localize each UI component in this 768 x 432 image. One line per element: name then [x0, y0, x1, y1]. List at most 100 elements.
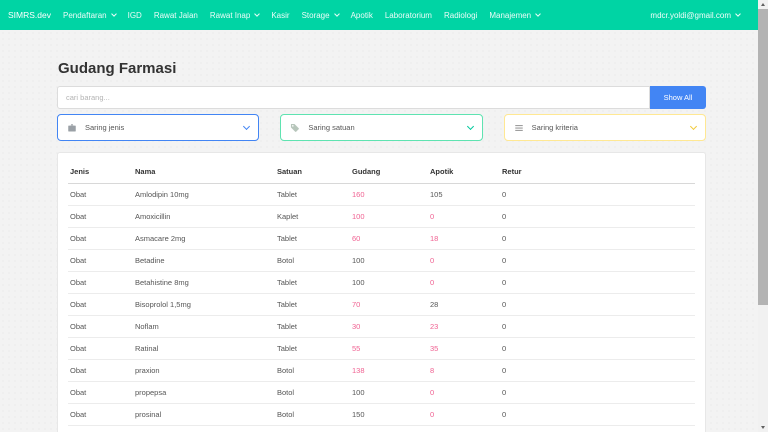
- cell-nama: Betahistine 8mg: [133, 272, 275, 294]
- nav-item-kasir[interactable]: Kasir: [271, 11, 289, 20]
- scroll-up-button[interactable]: [758, 0, 768, 9]
- cell-retur: 0: [500, 360, 695, 382]
- nav-item-label: Kasir: [271, 11, 289, 20]
- search-input[interactable]: [57, 86, 650, 109]
- cell-nama: Ratinal: [133, 338, 275, 360]
- cell-apotik: 0: [428, 426, 500, 432]
- nav-item-manajemen[interactable]: Manajemen: [489, 11, 540, 20]
- page-scrollbar: [758, 0, 768, 432]
- cell-satuan: Tablet: [275, 228, 350, 250]
- table-row: ObatprosinalBotol15000: [68, 404, 695, 426]
- nav-item-label: Storage: [302, 11, 330, 20]
- cell-retur: 0: [500, 294, 695, 316]
- cell-jenis: Obat: [68, 228, 133, 250]
- cell-nama: triamcinolone: [133, 426, 275, 432]
- chevron-down-icon: [535, 11, 541, 17]
- cell-nama: Betadine: [133, 250, 275, 272]
- table-row: ObatAmoxicillinKaplet10000: [68, 206, 695, 228]
- filter-label: Saring jenis: [85, 123, 236, 132]
- inventory-table: JenisNamaSatuanGudangApotikRetur ObatAml…: [68, 161, 695, 432]
- show-all-button[interactable]: Show All: [650, 86, 706, 109]
- cell-retur: 0: [500, 184, 695, 206]
- cell-retur: 0: [500, 250, 695, 272]
- nav-item-pendaftaran[interactable]: Pendaftaran: [63, 11, 116, 20]
- user-menu[interactable]: mdcr.yoldi@gmail.com: [650, 11, 740, 20]
- table-row: ObatBisoprolol 1,5mgTablet70280: [68, 294, 695, 316]
- cell-gudang: 160: [350, 184, 428, 206]
- cell-apotik: 18: [428, 228, 500, 250]
- cell-nama: praxion: [133, 360, 275, 382]
- page-title: Gudang Farmasi: [58, 60, 706, 78]
- nav-item-label: Laboratorium: [385, 11, 432, 20]
- cell-nama: prosinal: [133, 404, 275, 426]
- filter-saring-kriteria[interactable]: Saring kriteria: [504, 114, 706, 141]
- cell-retur: 0: [500, 316, 695, 338]
- cell-gudang: 100: [350, 250, 428, 272]
- cell-gudang: 150: [350, 404, 428, 426]
- nav-item-rawat-jalan[interactable]: Rawat Jalan: [154, 11, 198, 20]
- cell-apotik: 8: [428, 360, 500, 382]
- table-header-row: JenisNamaSatuanGudangApotikRetur: [68, 161, 695, 184]
- nav-item-radiologi[interactable]: Radiologi: [444, 11, 477, 20]
- cell-gudang: 138: [350, 360, 428, 382]
- nav-item-laboratorium[interactable]: Laboratorium: [385, 11, 432, 20]
- cell-jenis: Obat: [68, 360, 133, 382]
- column-header-nama: Nama: [133, 161, 275, 184]
- cell-apotik: 0: [428, 206, 500, 228]
- nav-item-igd[interactable]: IGD: [128, 11, 142, 20]
- cell-retur: 0: [500, 272, 695, 294]
- scrollbar-thumb[interactable]: [758, 9, 768, 305]
- cell-retur: 0: [500, 206, 695, 228]
- briefcase-icon: [67, 123, 77, 133]
- nav-item-label: Radiologi: [444, 11, 477, 20]
- top-navbar: SIMRS.dev Pendaftaran IGD Rawat Jalan Rawat…: [0, 0, 758, 30]
- nav-item-storage[interactable]: Storage: [302, 11, 339, 20]
- cell-apotik: 0: [428, 382, 500, 404]
- cell-gudang: 55: [350, 338, 428, 360]
- table-row: ObattriamcinoloneTablet20000: [68, 426, 695, 432]
- cell-apotik: 105: [428, 184, 500, 206]
- scroll-down-button[interactable]: [758, 423, 768, 432]
- cell-jenis: Obat: [68, 294, 133, 316]
- chevron-down-icon: [111, 11, 117, 17]
- table-row: ObatAmlodipin 10mgTablet1601050: [68, 184, 695, 206]
- cell-gudang: 200: [350, 426, 428, 432]
- cell-apotik: 0: [428, 272, 500, 294]
- table-row: ObatRatinalTablet55350: [68, 338, 695, 360]
- cell-apotik: 0: [428, 404, 500, 426]
- navbar-brand[interactable]: SIMRS.dev: [8, 10, 51, 20]
- cell-jenis: Obat: [68, 206, 133, 228]
- column-header-jenis: Jenis: [68, 161, 133, 184]
- search-bar: Show All: [57, 86, 706, 109]
- cell-retur: 0: [500, 228, 695, 250]
- main-content: Gudang Farmasi Show All Saring jenis Sari…: [0, 30, 758, 432]
- nav-item-apotik[interactable]: Apotik: [351, 11, 373, 20]
- cell-nama: Bisoprolol 1,5mg: [133, 294, 275, 316]
- table-row: ObatAsmacare 2mgTablet60180: [68, 228, 695, 250]
- cell-satuan: Tablet: [275, 426, 350, 432]
- filter-saring-satuan[interactable]: Saring satuan: [280, 114, 482, 141]
- cell-apotik: 35: [428, 338, 500, 360]
- tag-icon: [290, 123, 300, 133]
- table-row: ObatNoflamTablet30230: [68, 316, 695, 338]
- cell-satuan: Tablet: [275, 272, 350, 294]
- cell-nama: propepsa: [133, 382, 275, 404]
- navbar-menu: Pendaftaran IGD Rawat Jalan Rawat Inap Kasir…: [63, 11, 540, 20]
- nav-item-rawat-inap[interactable]: Rawat Inap: [210, 11, 259, 20]
- chevron-down-icon: [334, 11, 340, 17]
- cell-apotik: 28: [428, 294, 500, 316]
- filter-label: Saring satuan: [308, 123, 459, 132]
- cell-satuan: Tablet: [275, 316, 350, 338]
- chevron-down-icon: [690, 123, 697, 130]
- cell-gudang: 30: [350, 316, 428, 338]
- chevron-down-icon: [254, 11, 260, 17]
- cell-satuan: Botol: [275, 360, 350, 382]
- column-header-satuan: Satuan: [275, 161, 350, 184]
- nav-item-label: Manajemen: [489, 11, 531, 20]
- cell-satuan: Kaplet: [275, 206, 350, 228]
- cell-jenis: Obat: [68, 338, 133, 360]
- cell-satuan: Botol: [275, 250, 350, 272]
- cell-retur: 0: [500, 382, 695, 404]
- filter-saring-jenis[interactable]: Saring jenis: [57, 114, 259, 141]
- cell-nama: Amoxicillin: [133, 206, 275, 228]
